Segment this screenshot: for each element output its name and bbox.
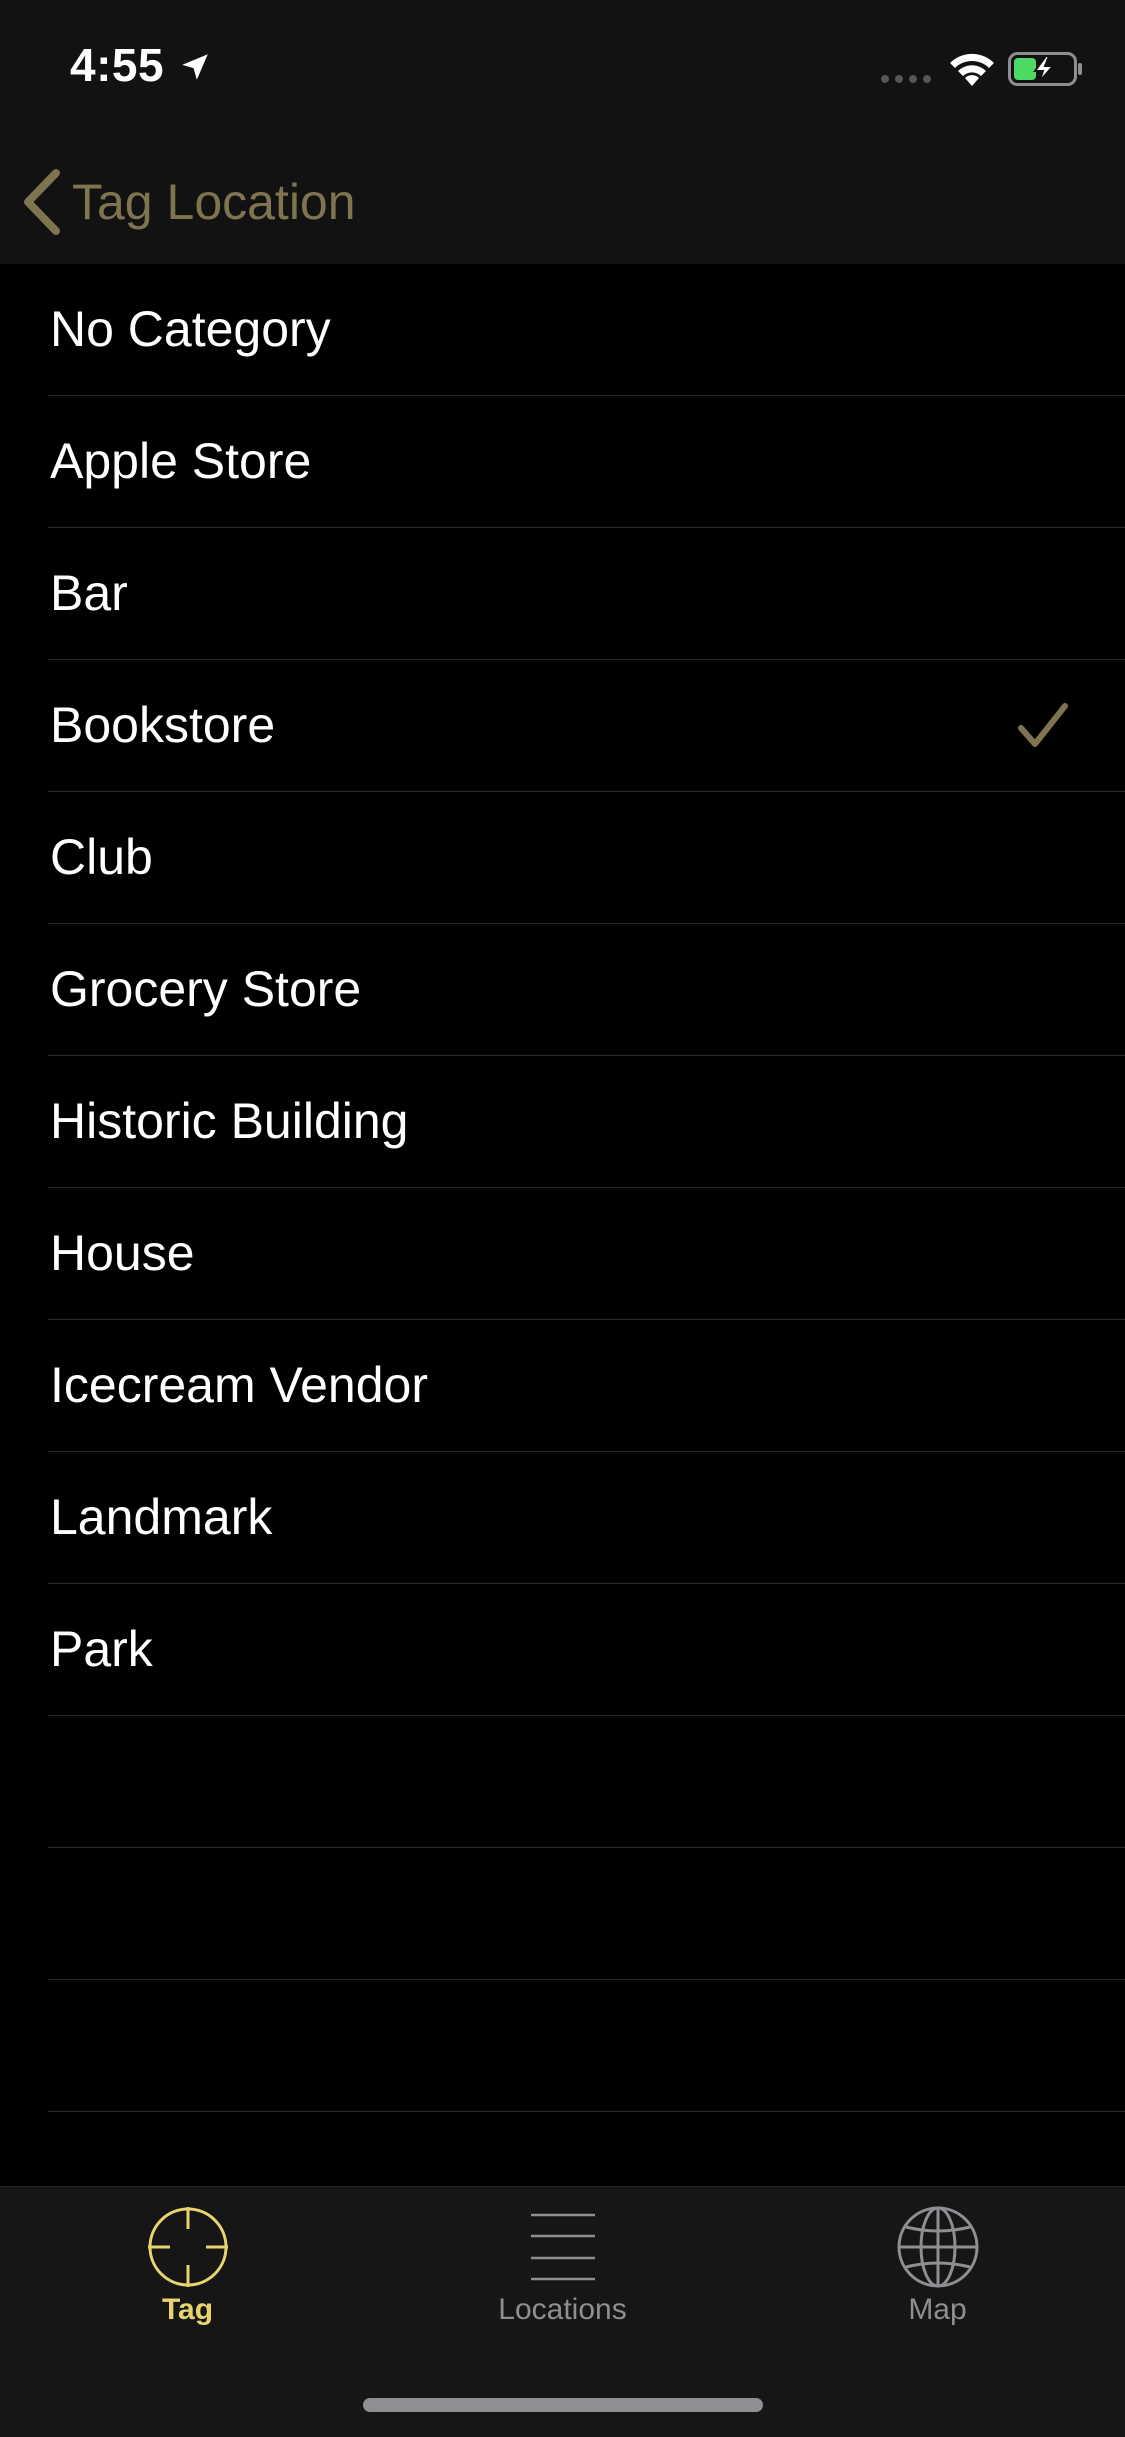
category-list: No Category Apple Store Bar Bookstore Cl… — [0, 264, 1125, 2112]
list-item-label: House — [50, 1225, 195, 1281]
back-button[interactable]: Tag Location — [20, 162, 356, 242]
list-item-empty — [48, 1980, 1125, 2112]
list-item[interactable]: Apple Store — [48, 396, 1125, 528]
list-item[interactable]: Bar — [48, 528, 1125, 660]
list-item-label: Apple Store — [50, 433, 312, 489]
list-item[interactable]: Historic Building — [48, 1056, 1125, 1188]
wifi-icon — [950, 53, 994, 86]
list-item-label: Bar — [50, 565, 128, 621]
list-item[interactable]: House — [48, 1188, 1125, 1320]
home-indicator[interactable] — [363, 2398, 763, 2412]
cellular-signal-icon — [881, 75, 931, 83]
tab-locations[interactable]: Locations — [375, 2205, 750, 2326]
back-button-label: Tag Location — [72, 174, 356, 230]
list-item-empty — [48, 1848, 1125, 1980]
navigation-bar: Tag Location — [0, 132, 1125, 264]
checkmark-icon — [1018, 703, 1068, 747]
list-item-label: Historic Building — [50, 1093, 409, 1149]
list-item-label: Icecream Vendor — [50, 1357, 428, 1413]
list-item-label: Club — [50, 829, 153, 885]
list-item[interactable]: Landmark — [48, 1452, 1125, 1584]
tab-label: Map — [908, 2293, 967, 2326]
list-item[interactable]: Park — [48, 1584, 1125, 1716]
list-item[interactable]: Grocery Store — [48, 924, 1125, 1056]
tab-label: Locations — [498, 2293, 627, 2326]
list-item-label: Park — [50, 1621, 153, 1677]
list-item-empty — [48, 1716, 1125, 1848]
list-item[interactable]: Club — [48, 792, 1125, 924]
list-item-label: Bookstore — [50, 697, 276, 753]
tab-tag[interactable]: Tag — [0, 2205, 375, 2326]
chevron-left-icon — [24, 169, 60, 235]
tab-map[interactable]: Map — [750, 2205, 1125, 2326]
crosshair-icon — [147, 2207, 228, 2287]
location-arrow-icon — [182, 54, 208, 80]
list-item-selected[interactable]: Bookstore — [48, 660, 1125, 792]
globe-icon — [897, 2206, 978, 2288]
tab-label: Tag — [161, 2293, 214, 2326]
list-item-label: No Category — [50, 301, 331, 357]
status-time: 4:55 — [70, 39, 165, 91]
list-lines-icon — [530, 2213, 595, 2281]
list-item[interactable]: No Category — [48, 264, 1125, 396]
list-item-label: Landmark — [50, 1489, 273, 1545]
status-bar: 4:55 — [0, 0, 1125, 132]
list-item[interactable]: Icecream Vendor — [48, 1320, 1125, 1452]
battery-charging-icon — [1008, 52, 1082, 86]
list-item-label: Grocery Store — [50, 961, 362, 1017]
